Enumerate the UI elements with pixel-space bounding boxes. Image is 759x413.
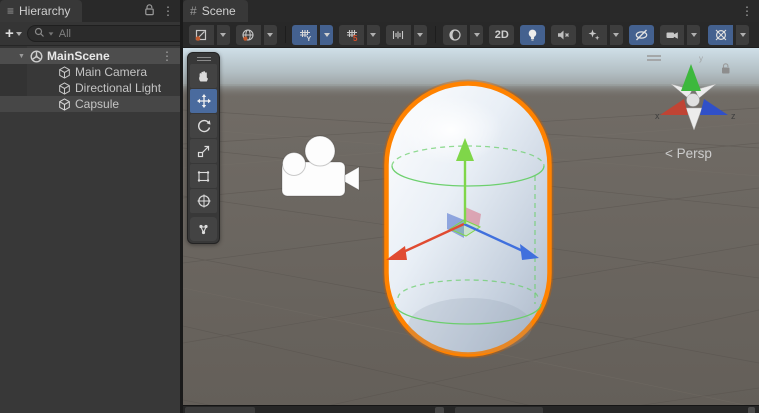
axis-x-label: x [655, 111, 660, 121]
draw-mode-button[interactable] [442, 24, 468, 45]
audio-muted-icon [558, 30, 570, 39]
scale-tool-button[interactable] [190, 139, 217, 163]
scene-viewport[interactable]: x z y < Persp [183, 48, 759, 405]
transform-tool-button[interactable] [190, 189, 217, 213]
effects-dropdown-caret[interactable] [609, 24, 623, 45]
hand-tool-button[interactable] [190, 64, 217, 88]
chevron-down-icon [15, 31, 22, 36]
bottom-panel-edge [183, 405, 759, 413]
rect-tool-button[interactable] [190, 164, 217, 188]
tool-handle-position-button[interactable] [189, 24, 214, 45]
axis-z-label: z [731, 111, 736, 121]
snap-increment-caret[interactable] [367, 24, 380, 45]
projection-label[interactable]: < Persp [665, 146, 712, 161]
hierarchy-toolbar: + [0, 22, 227, 46]
unity-editor-window: ≡ Hierarchy ⋮ + All ▼ MainScene ⋮ Main C… [0, 0, 759, 413]
scene-menu-kebab-icon[interactable]: ⋮ [741, 5, 753, 17]
scene-grid-icon: # [190, 4, 197, 18]
gizmo-target-icon [715, 29, 727, 40]
gameobject-cube-icon [56, 81, 72, 95]
move-icon [196, 94, 211, 108]
scale-icon [197, 145, 210, 157]
lighting-toggle-button[interactable] [520, 24, 546, 45]
hierarchy-item-label: Main Camera [75, 65, 148, 79]
hierarchy-tabbar: ≡ Hierarchy ⋮ [0, 0, 180, 22]
grid-visibility-button[interactable]: Y [292, 24, 318, 45]
hierarchy-tree: ▼ MainScene ⋮ Main Camera Directional Li… [0, 46, 180, 112]
unity-scene-icon [28, 49, 44, 63]
camera-icon [666, 31, 678, 39]
overlay-drag-handle[interactable] [190, 55, 217, 63]
effects-sparkle-icon [588, 29, 600, 40]
hierarchy-item-label: Directional Light [75, 81, 162, 95]
camera-settings-caret[interactable] [687, 24, 701, 45]
search-filter-caret-icon [48, 31, 54, 36]
hierarchy-list-icon: ≡ [7, 4, 15, 18]
foldout-icon[interactable]: ▼ [15, 53, 28, 60]
bottom-icon-sliver [748, 407, 755, 413]
axis-y-label: y [699, 54, 703, 63]
snap-settings-caret[interactable] [413, 24, 427, 45]
hierarchy-menu-kebab-icon[interactable]: ⋮ [162, 5, 174, 17]
gizmos-dropdown-button[interactable] [708, 24, 734, 45]
eye-slash-icon [635, 29, 647, 40]
hierarchy-item-main-camera[interactable]: Main Camera [0, 64, 180, 80]
tools-overlay [187, 52, 220, 244]
hand-icon [199, 70, 208, 81]
search-icon [34, 27, 45, 41]
camera-settings-button[interactable] [659, 24, 685, 45]
tool-handle-rotation-caret[interactable] [263, 24, 277, 45]
plus-icon: + [5, 25, 14, 42]
draw-mode-caret[interactable] [470, 24, 484, 45]
2d-toggle-button[interactable]: 2D [489, 24, 515, 45]
scene-visibility-button[interactable] [628, 24, 654, 45]
snap-settings-button[interactable] [385, 24, 411, 45]
svg-text:Y: Y [306, 34, 311, 42]
scene-options-kebab-icon[interactable]: ⋮ [161, 50, 180, 62]
bottom-icon-sliver [435, 407, 444, 413]
effects-dropdown-button[interactable] [581, 24, 607, 45]
bottom-tab-sliver[interactable] [455, 407, 543, 413]
svg-text:5: 5 [353, 34, 358, 42]
gameobject-cube-icon [56, 65, 72, 79]
hierarchy-item-directional-light[interactable]: Directional Light [0, 80, 180, 96]
gameobject-cube-icon [56, 97, 72, 111]
tab-hierarchy[interactable]: ≡ Hierarchy [0, 0, 83, 22]
rect-icon [197, 170, 210, 182]
tab-hierarchy-label: Hierarchy [19, 4, 71, 18]
gizmos-dropdown-caret[interactable] [736, 24, 750, 45]
2d-label: 2D [494, 28, 509, 41]
scene-3d-view: x z y < Persp [183, 48, 759, 405]
bottom-tab-sliver[interactable] [185, 407, 255, 413]
move-tool-button[interactable] [190, 89, 217, 113]
scene-panel: # Scene ⋮ Y 5 2D x z y < Persp [183, 0, 759, 413]
snap-increment-button[interactable]: 5 [339, 24, 365, 45]
grid-visibility-caret[interactable] [320, 24, 334, 45]
hierarchy-item-label: MainScene [47, 49, 110, 63]
custom-tool-icon [199, 224, 208, 234]
hierarchy-item-mainscene[interactable]: ▼ MainScene ⋮ [0, 48, 180, 64]
hierarchy-item-capsule[interactable]: Capsule [0, 96, 180, 112]
rotate-icon [197, 119, 210, 133]
tab-scene-label: Scene [201, 4, 236, 18]
scene-tabbar: # Scene ⋮ [183, 0, 759, 22]
lightbulb-icon [528, 29, 537, 41]
audio-toggle-button[interactable] [551, 24, 576, 45]
add-gameobject-button[interactable]: + [5, 26, 22, 41]
tab-scene[interactable]: # Scene [183, 0, 248, 22]
rotate-tool-button[interactable] [190, 114, 217, 138]
hierarchy-item-label: Capsule [75, 97, 120, 111]
tool-handle-rotation-button[interactable] [235, 24, 261, 45]
custom-tool-button[interactable] [190, 217, 217, 241]
lock-icon[interactable] [144, 3, 155, 19]
transform-icon [197, 194, 210, 208]
tool-handle-position-caret[interactable] [216, 24, 230, 45]
hierarchy-panel: ≡ Hierarchy ⋮ + All ▼ MainScene ⋮ Main C… [0, 0, 227, 413]
scene-toolbar: Y 5 2D [183, 22, 759, 48]
